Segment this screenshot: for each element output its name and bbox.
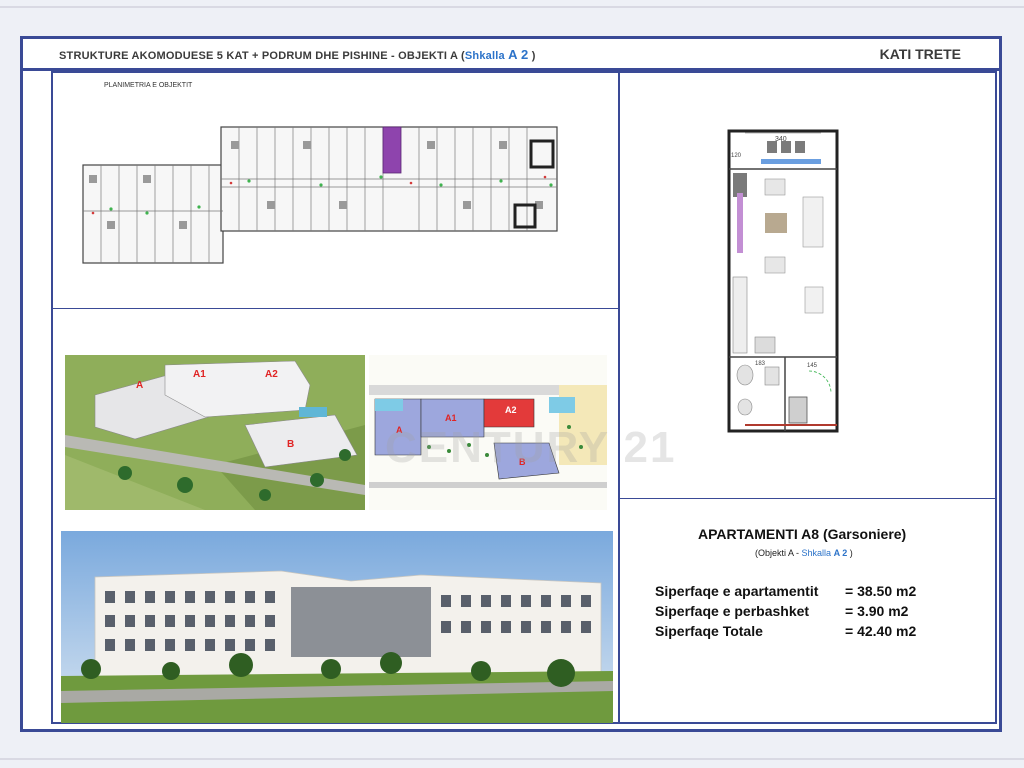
sub-close: ) [847,548,853,558]
watermark: CENTURY 21 [385,423,677,472]
site-label-a1: A1 [445,413,457,423]
sheet-title: STRUKTURE AKOMODUESE 5 KAT + PODRUM DHE … [59,47,536,62]
area-value: = 42.40 m2 [845,623,917,639]
area-label: Siperfaqe e perbashket [655,603,810,619]
area-value: = 3.90 m2 [845,603,909,619]
left-divider [53,308,618,309]
top-divider [0,6,1024,8]
apartment-title: APARTAMENTI A8 (Garsoniere) [698,526,907,542]
unit-dim-183: 183 [755,361,766,367]
floor-label: KATI TRETE [879,46,961,62]
aerial-label-b: B [287,439,294,450]
title-close: ) [528,50,536,62]
title-accent: Shkalla A 2 [464,47,529,62]
bottom-divider [0,758,1024,760]
content-frame: PLANIMETRIA E OBJEKTIT A A1 A2 B A A1 A2… [51,71,997,724]
title-main: STRUKTURE AKOMODUESE 5 KAT + PODRUM DHE … [59,50,465,62]
sub-open: (Objekti A - [755,548,802,558]
area-row-shared: Siperfaqe e perbashket = 3.90 m2 [655,603,908,619]
area-label: Siperfaqe e apartamentit [655,583,819,599]
aerial-label-a1: A1 [193,369,206,380]
document-sheet: STRUKTURE AKOMODUESE 5 KAT + PODRUM DHE … [20,36,1002,732]
unit-dim-340: 340 [775,136,787,143]
area-row-total: Siperfaqe Totale = 42.40 m2 [655,623,916,639]
aerial-label-a: A [136,380,143,391]
street-render [61,531,613,723]
plan-label: PLANIMETRIA E OBJEKTIT [104,82,193,89]
sub-accent-text: Shkalla [801,548,834,558]
area-row-apartment: Siperfaqe e apartamentit = 38.50 m2 [655,583,916,599]
site-label-a2: A2 [505,405,517,415]
area-label: Siperfaqe Totale [655,623,763,639]
aerial-label-a2: A2 [265,369,278,380]
stair-highlight [382,126,402,174]
apartment-subtitle: (Objekti A - Shkalla A 2 ) [755,548,853,558]
sub-accent-bold: A 2 [833,548,848,558]
title-accent-bold: A 2 [508,47,529,62]
sub-accent: Shkalla A 2 [802,548,848,558]
sheet-header: STRUKTURE AKOMODUESE 5 KAT + PODRUM DHE … [23,39,999,71]
aerial-render: A A1 A2 B [65,355,365,510]
unit-dim-120: 120 [731,153,742,159]
title-accent-text: Shkalla [464,50,509,62]
area-value: = 38.50 m2 [845,583,917,599]
floor-plan-drawing [82,126,558,264]
unit-floor-plan: 340 120 145 183 [727,129,839,433]
unit-dim-145: 145 [807,363,818,369]
apartment-info: APARTAMENTI A8 (Garsoniere) (Objekti A -… [620,498,997,724]
